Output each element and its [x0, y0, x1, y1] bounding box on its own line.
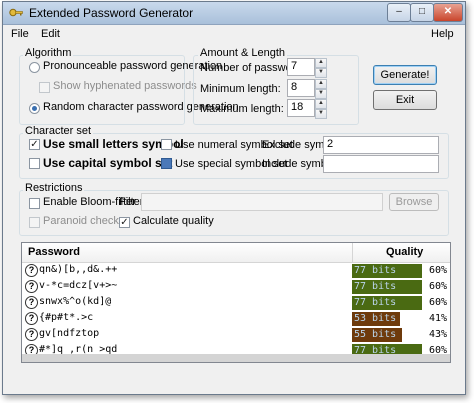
quality-bits: 77 bits	[354, 297, 397, 308]
table-row[interactable]: ? gv[ndfztop 55 bits 43%	[22, 327, 450, 343]
hyphenated-label: Show hyphenated passwords	[53, 80, 197, 92]
quality-percent: 60%	[428, 265, 447, 276]
password-text: snwx%^o(kd]@	[39, 296, 112, 307]
quality-percent: 60%	[428, 281, 447, 292]
menu-file[interactable]: File	[11, 28, 29, 40]
numeral-checkbox[interactable]	[161, 139, 172, 150]
spin-up-icon[interactable]: ▲	[315, 99, 327, 109]
spin-down-icon[interactable]: ▼	[315, 68, 327, 78]
password-text: qn&)[b,,d&.++	[39, 264, 118, 275]
menu-help[interactable]: Help	[431, 28, 454, 40]
generate-button[interactable]: Generate!	[373, 65, 437, 85]
number-spinner[interactable]: ▲ ▼	[315, 58, 327, 78]
table-row[interactable]: ? v-*c=dcz[v+>~ 77 bits 60%	[22, 279, 450, 295]
quality-percent: 43%	[428, 329, 447, 340]
spin-up-icon[interactable]: ▲	[315, 58, 327, 68]
quality-bits: 55 bits	[354, 329, 397, 340]
password-text: v-*c=dcz[v+>~	[39, 280, 118, 291]
help-icon[interactable]: ?	[25, 328, 38, 341]
exclude-input[interactable]: 2	[323, 136, 439, 154]
capital-label: Use capital symbol set	[43, 156, 173, 170]
title-bar[interactable]: Extended Password Generator – □ ✕	[3, 2, 465, 25]
pronounceable-radio[interactable]	[29, 62, 40, 73]
min-length-spinner[interactable]: ▲ ▼	[315, 79, 327, 99]
password-column-header[interactable]: Password	[28, 246, 80, 258]
maximize-button[interactable]: □	[410, 3, 434, 22]
paranoid-checkbox[interactable]	[29, 217, 40, 228]
key-icon	[9, 8, 23, 17]
algorithm-group-title: Algorithm	[23, 47, 74, 59]
app-window: Extended Password Generator – □ ✕ File E…	[2, 1, 466, 395]
max-length-label: Maximum length:	[200, 103, 284, 115]
spin-down-icon[interactable]: ▼	[315, 109, 327, 119]
quality-percent: 41%	[428, 313, 447, 324]
special-checkbox[interactable]	[161, 158, 172, 169]
column-divider[interactable]	[352, 243, 353, 262]
help-icon[interactable]: ?	[25, 280, 38, 293]
min-length-label: Minimum length:	[200, 83, 281, 95]
help-icon[interactable]: ?	[25, 264, 38, 277]
help-icon[interactable]: ?	[25, 296, 38, 309]
table-row[interactable]: ? snwx%^o(kd]@ 77 bits 60%	[22, 295, 450, 311]
bloom-filter-checkbox[interactable]	[29, 198, 40, 209]
charset-group-title: Character set	[23, 125, 94, 137]
table-row[interactable]: ? qn&)[b,,d&.++ 77 bits 60%	[22, 263, 450, 279]
quality-percent: 60%	[428, 297, 447, 308]
quality-bits: 77 bits	[354, 265, 397, 276]
menu-edit[interactable]: Edit	[41, 28, 60, 40]
calculate-quality-label: Calculate quality	[133, 215, 214, 227]
max-length-spinner[interactable]: ▲ ▼	[315, 99, 327, 119]
password-text: gv[ndfztop	[39, 328, 100, 339]
help-icon[interactable]: ?	[25, 312, 38, 325]
calculate-quality-checkbox[interactable]: ✓	[119, 217, 130, 228]
paranoid-label: Paranoid check	[43, 215, 119, 227]
max-length-input[interactable]: 18	[287, 99, 315, 117]
hyphenated-checkbox[interactable]	[39, 82, 50, 93]
list-header: Password Quality	[22, 243, 450, 263]
quality-bits: 53 bits	[354, 313, 397, 324]
filter-input[interactable]	[141, 193, 383, 211]
amount-group-title: Amount & Length	[198, 47, 288, 59]
spin-down-icon[interactable]: ▼	[315, 89, 327, 99]
capital-checkbox[interactable]	[29, 158, 40, 169]
window-title: Extended Password Generator	[29, 6, 194, 20]
quality-column-header[interactable]: Quality	[386, 246, 423, 258]
minimize-button[interactable]: –	[387, 3, 411, 22]
close-button[interactable]: ✕	[433, 3, 463, 22]
exit-button[interactable]: Exit	[373, 90, 437, 110]
include-input[interactable]	[323, 155, 439, 173]
random-radio[interactable]	[29, 103, 40, 114]
quality-bits: 77 bits	[354, 281, 397, 292]
menu-bar: File Edit Help	[3, 25, 465, 43]
list-scroll-area[interactable]	[22, 354, 450, 362]
password-text: {#p#t*.>c	[39, 312, 94, 323]
restrictions-group-title: Restrictions	[23, 182, 85, 194]
spin-up-icon[interactable]: ▲	[315, 79, 327, 89]
number-input[interactable]: 7	[287, 58, 315, 76]
small-letters-checkbox[interactable]: ✓	[29, 139, 40, 150]
password-list[interactable]: Password Quality ? qn&)[b,,d&.++ 77 bits 60…	[21, 242, 451, 363]
min-length-input[interactable]: 8	[287, 79, 315, 97]
table-row[interactable]: ? {#p#t*.>c 53 bits 41%	[22, 311, 450, 327]
browse-button[interactable]: Browse	[389, 193, 439, 211]
